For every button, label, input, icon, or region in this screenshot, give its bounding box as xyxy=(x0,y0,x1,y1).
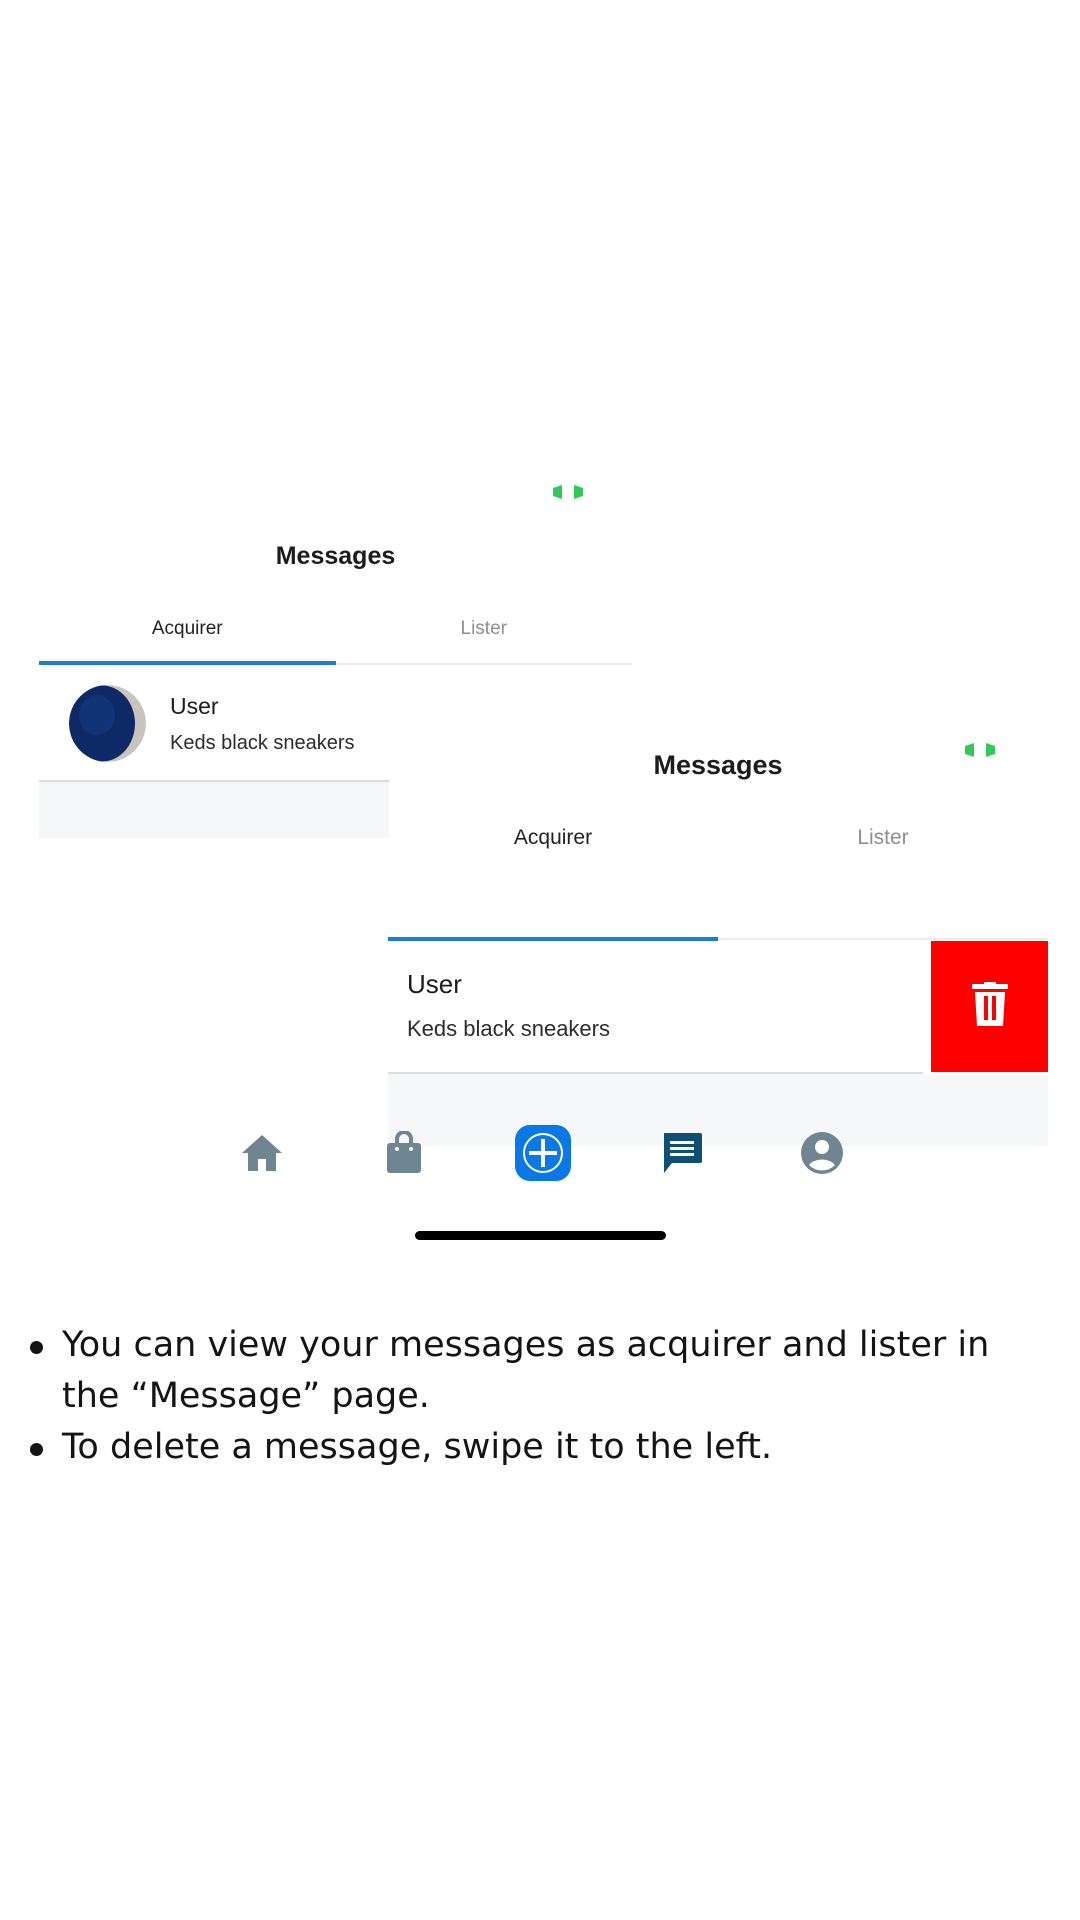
nav-home[interactable] xyxy=(234,1127,290,1183)
messages-screen-2: Messages Acquirer Lister User Keds black… xyxy=(388,738,1048,1146)
tab-bar: Acquirer Lister xyxy=(39,618,632,640)
instruction-item: To delete a message, swipe it to the lef… xyxy=(24,1422,1054,1473)
add-icon xyxy=(515,1124,571,1186)
conversation-row-swiped[interactable]: User Keds black sneakers xyxy=(388,941,923,1074)
instructions: You can view your messages as acquirer a… xyxy=(24,1320,1054,1473)
conversation-item: Keds black sneakers xyxy=(170,732,355,754)
home-icon xyxy=(240,1133,284,1178)
page-title: Messages xyxy=(653,750,783,780)
camera-indicator-icon xyxy=(551,485,585,499)
nav-shop[interactable] xyxy=(376,1127,432,1183)
empty-list-area xyxy=(39,782,389,838)
account-icon xyxy=(800,1131,844,1180)
tab-acquirer[interactable]: Acquirer xyxy=(39,618,336,640)
avatar xyxy=(69,685,146,762)
divider xyxy=(718,938,1048,940)
conversation-row[interactable]: User Keds black sneakers xyxy=(39,665,389,782)
conversation-name: User xyxy=(407,969,462,999)
home-indicator xyxy=(415,1231,666,1240)
chat-icon xyxy=(660,1131,704,1180)
bottom-navigation xyxy=(215,1124,865,1186)
tab-bar: Acquirer Lister xyxy=(388,826,1048,850)
tab-acquirer[interactable]: Acquirer xyxy=(388,826,718,850)
shopping-bag-icon xyxy=(385,1129,423,1180)
conversation-name: User xyxy=(170,693,219,719)
nav-messages[interactable] xyxy=(654,1127,710,1183)
tab-lister[interactable]: Lister xyxy=(718,826,1048,850)
tab-lister[interactable]: Lister xyxy=(336,618,633,640)
delete-button[interactable] xyxy=(931,941,1048,1072)
nav-profile[interactable] xyxy=(794,1127,850,1183)
nav-add[interactable] xyxy=(515,1124,571,1186)
instruction-item: You can view your messages as acquirer a… xyxy=(24,1320,1054,1422)
conversation-item: Keds black sneakers xyxy=(407,1016,610,1041)
page-title: Messages xyxy=(275,542,396,570)
trash-icon xyxy=(971,982,1008,1031)
